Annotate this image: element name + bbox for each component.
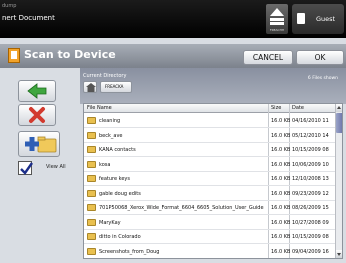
scroll-down-arrow-icon[interactable] [336,250,342,258]
scan-to-device-screen: dump nert Document FREACHH Guest Scan to… [0,0,346,263]
view-all-checkbox[interactable] [18,161,33,175]
top-bar: dump nert Document FREACHH Guest [0,0,346,38]
back-button[interactable] [18,80,56,102]
vertical-scrollbar[interactable] [335,104,342,258]
user-icon [297,13,305,24]
file-date: 09/04/2009 16 [292,248,329,255]
table-row[interactable]: 701P50068_Xerox_Wide_Format_6604_6605_So… [84,201,335,215]
table-header: File Name Size Date [84,104,335,113]
file-size: 16.0 KB [271,205,291,211]
folder-icon [87,247,96,255]
file-date: 10/15/2009 08 [292,147,329,153]
delete-button[interactable] [18,104,56,126]
file-date: 08/26/2009 15 [292,205,329,211]
file-date: 12/10/2008 13 [292,176,329,182]
folder-icon [87,146,96,153]
file-name: gable doug edits [99,190,141,197]
file-size: 16.0 KB [271,147,291,153]
folder-icon [87,117,96,124]
table-row[interactable]: gable doug edits 16.0 KB 09/23/2009 12 [84,187,335,201]
table-row[interactable]: KANA contacts 16.0 KB 10/15/2009 08 [84,143,335,157]
file-name: MaryKay [99,219,121,226]
file-name: cleaning [99,118,121,124]
file-date: 10/15/2009 08 [292,234,329,240]
home-icon [86,83,96,92]
table-row[interactable]: feature keys 16.0 KB 12/10/2008 13 [84,172,335,186]
scroll-thumb[interactable] [336,113,342,133]
file-size: 16.0 KB [271,190,291,197]
scroll-up-arrow-icon[interactable] [336,104,342,112]
page-title: Scan to Device [24,48,116,61]
header-bar: Scan to Device [0,44,346,68]
file-date: 09/23/2009 12 [292,190,329,197]
folder-icon [87,204,96,211]
file-size: 16.0 KB [271,234,291,240]
table-row[interactable]: cleaning 16.0 KB 04/16/2010 11 [84,114,335,128]
file-size: 16.0 KB [271,219,291,226]
delete-x-icon [29,107,45,123]
window-title: nert Document [2,14,55,22]
file-name: kosa [99,161,111,168]
current-directory-button[interactable]: FREACKA [100,81,132,93]
file-table: File Name Size Date cleaning 16.0 KB 04/16… [83,103,343,259]
checkmark-icon [20,162,33,175]
folder-icon [87,131,96,139]
scan-document-icon [8,48,20,63]
file-name: feature keys [99,176,130,182]
folder-icon [87,189,96,197]
folder-icon [87,233,96,240]
file-size: 16.0 KB [271,248,291,255]
back-arrow-icon [27,83,47,99]
home-button[interactable] [83,81,97,93]
table-row[interactable]: MaryKay 16.0 KB 10/27/2008 09 [84,216,335,230]
user-button[interactable]: Guest [292,4,344,34]
file-date: 10/06/2009 10 [292,161,329,168]
table-row[interactable]: beck_ave 16.0 KB 05/12/2010 14 [84,129,335,143]
device-icon [270,8,284,25]
view-all-label: View All [46,164,66,170]
file-name: 701P50068_Xerox_Wide_Format_6604_6605_So… [99,205,264,211]
ok-button[interactable]: OK [296,50,344,65]
table-row[interactable]: kosa 16.0 KB 10/06/2009 10 [84,158,335,172]
file-name: beck_ave [99,132,123,139]
folder-icon [87,175,96,182]
current-directory-label: Current Directory [83,73,127,79]
file-size: 16.0 KB [271,161,291,168]
cancel-button[interactable]: CANCEL [243,50,293,65]
device-button[interactable]: FREACHH [266,4,288,34]
folder-icon [87,160,96,168]
file-size: 16.0 KB [271,132,291,139]
user-label: Guest [316,15,336,23]
column-date[interactable]: Date [292,105,304,111]
file-name: ditto in Colorado [99,234,141,240]
table-row[interactable]: ditto in Colorado 16.0 KB 10/15/2009 08 [84,230,335,244]
file-name: Screenshots_from_Doug [99,248,160,255]
column-size[interactable]: Size [271,105,281,111]
file-date: 04/16/2010 11 [292,118,329,124]
file-size: 16.0 KB [271,176,291,182]
folder-icon [87,218,96,226]
file-date: 05/12/2010 14 [292,132,329,139]
table-row[interactable]: Screenshots_from_Doug 16.0 KB 09/04/2009 1… [84,245,335,258]
file-date: 10/27/2008 09 [292,219,329,226]
add-folder-icon [25,136,57,153]
column-file-name[interactable]: File Name [87,105,112,111]
file-size: 16.0 KB [271,118,291,124]
new-folder-button[interactable] [18,131,60,157]
file-name: KANA contacts [99,147,136,153]
window-subtitle: dump [2,3,17,9]
files-shown-count: 6 Files shown [307,76,338,81]
device-label: FREACHH [269,28,285,32]
